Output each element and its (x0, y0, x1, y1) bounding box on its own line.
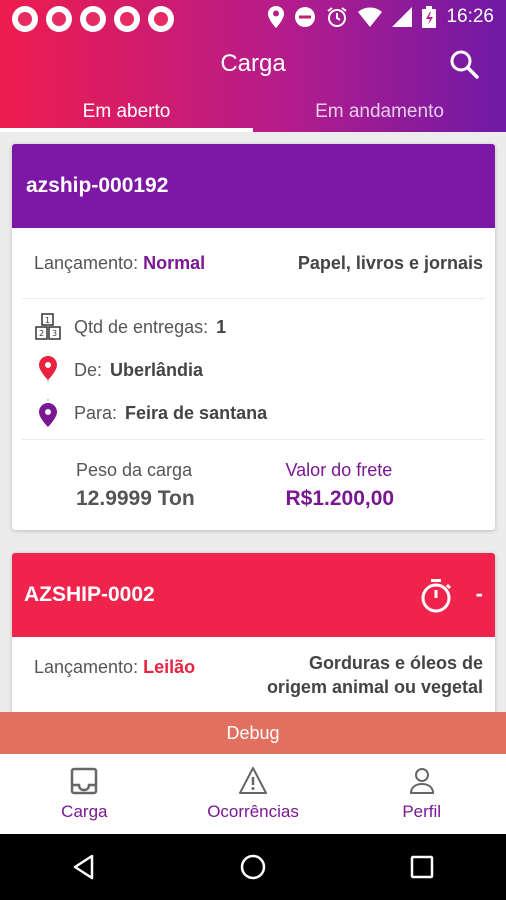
alarm-icon (327, 7, 348, 27)
warning-icon (239, 767, 267, 794)
svg-text:3: 3 (52, 329, 57, 338)
freight-label: Valor do frete (285, 460, 393, 480)
timer-icon (421, 579, 452, 613)
weight-column: Peso da carga 12.9999 Ton (76, 460, 286, 511)
deliveries-row: 1 2 3 Qtd de entregas: 1 (12, 307, 495, 347)
status-right-icons: 16:26 (268, 6, 494, 28)
cargo-card[interactable]: azship-000192 Lançamento: Normal Papel, … (12, 144, 495, 530)
card-header: azship-000192 (12, 144, 495, 228)
person-icon (409, 768, 434, 794)
launch-row: Lançamento: Normal Papel, livros e jorna… (12, 228, 495, 298)
origin-label: De: (74, 359, 103, 380)
signal-icon (392, 7, 413, 27)
nav-carga-label: Carga (61, 802, 108, 821)
card-header: AZSHIP-0002 - (12, 553, 495, 637)
launch-row: Lançamento: Leilão Gorduras e óleos de o… (12, 637, 495, 699)
tab-bar: Em aberto Em andamento (0, 92, 506, 132)
page-title: Carga (220, 50, 286, 77)
cargo-id: azship-000192 (26, 174, 169, 197)
cargo-card[interactable]: AZSHIP-0002 - Lançamento: Leilão Gordura… (12, 553, 495, 712)
cargo-category: Papel, livros e jornais (297, 252, 483, 273)
location-icon (268, 6, 285, 28)
destination-value: Feira de santana (125, 402, 268, 423)
app-notification-icon (114, 6, 140, 32)
cargo-category: Gorduras e óleos de origem animal ou veg… (267, 651, 483, 699)
origin-pin-icon (34, 356, 62, 384)
app-notification-icon (80, 6, 106, 32)
status-time: 16:26 (446, 6, 494, 27)
home-icon[interactable] (239, 853, 267, 881)
nav-ocorrencias-label: Ocorrências (207, 802, 299, 821)
weight-label: Peso da carga (76, 460, 193, 480)
destination-label: Para: (74, 402, 118, 423)
status-bar: 16:26 (0, 0, 506, 36)
launch-info: Lançamento: Normal (34, 253, 205, 274)
wifi-icon (358, 7, 383, 27)
launch-info: Lançamento: Leilão (34, 651, 195, 699)
status-left-icons (12, 6, 174, 32)
weight-value: 12.9999 Ton (76, 487, 195, 510)
nav-carga[interactable]: Carga (0, 754, 169, 834)
boxes-icon: 1 2 3 (34, 313, 62, 341)
battery-icon (422, 6, 437, 28)
recents-icon[interactable] (408, 853, 436, 881)
freight-column: Valor do frete R$1.200,00 (286, 460, 496, 511)
svg-text:2: 2 (39, 329, 44, 338)
cargo-values-row: Peso da carga 12.9999 Ton Valor do frete… (12, 440, 495, 511)
cargo-category-line1: Gorduras e óleos de (308, 653, 483, 673)
bottom-navigation: Carga Ocorrências Perfil (0, 754, 506, 834)
deliveries-value: 1 (216, 316, 227, 337)
cargo-list: azship-000192 Lançamento: Normal Papel, … (0, 132, 506, 712)
launch-label: Lançamento: (34, 252, 139, 273)
search-icon[interactable] (448, 48, 480, 80)
debug-button[interactable]: Debug (0, 712, 506, 754)
inbox-icon (71, 767, 98, 795)
cargo-id: AZSHIP-0002 (24, 583, 155, 606)
cargo-category-line2: origem animal ou vegetal (266, 677, 483, 697)
launch-type: Leilão (143, 657, 196, 677)
freight-value: R$1.200,00 (285, 487, 395, 510)
nav-perfil-label: Perfil (402, 802, 442, 821)
launch-label: Lançamento: (34, 657, 139, 677)
top-app-bar: 16:26 Carga Em aberto Em andamento (0, 0, 506, 132)
nav-perfil[interactable]: Perfil (337, 754, 506, 834)
destination-row: Para: Feira de santana (12, 393, 495, 433)
app-notification-icon (46, 6, 72, 32)
origin-value: Uberlândia (110, 359, 204, 380)
app-notification-icon (12, 6, 38, 32)
svg-text:1: 1 (45, 316, 50, 325)
deliveries-label: Qtd de entregas: (74, 316, 209, 337)
timer-value: - (475, 581, 483, 606)
origin-row: De: Uberlândia (12, 347, 495, 393)
back-icon[interactable] (70, 853, 98, 881)
launch-type: Normal (143, 252, 206, 273)
tab-em-andamento[interactable]: Em andamento (253, 92, 506, 132)
do-not-disturb-icon (295, 7, 316, 27)
record-icon (148, 6, 174, 32)
destination-pin-icon (34, 399, 62, 427)
system-navigation-bar (0, 834, 506, 900)
nav-ocorrencias[interactable]: Ocorrências (169, 754, 338, 834)
tab-em-aberto[interactable]: Em aberto (0, 92, 253, 132)
